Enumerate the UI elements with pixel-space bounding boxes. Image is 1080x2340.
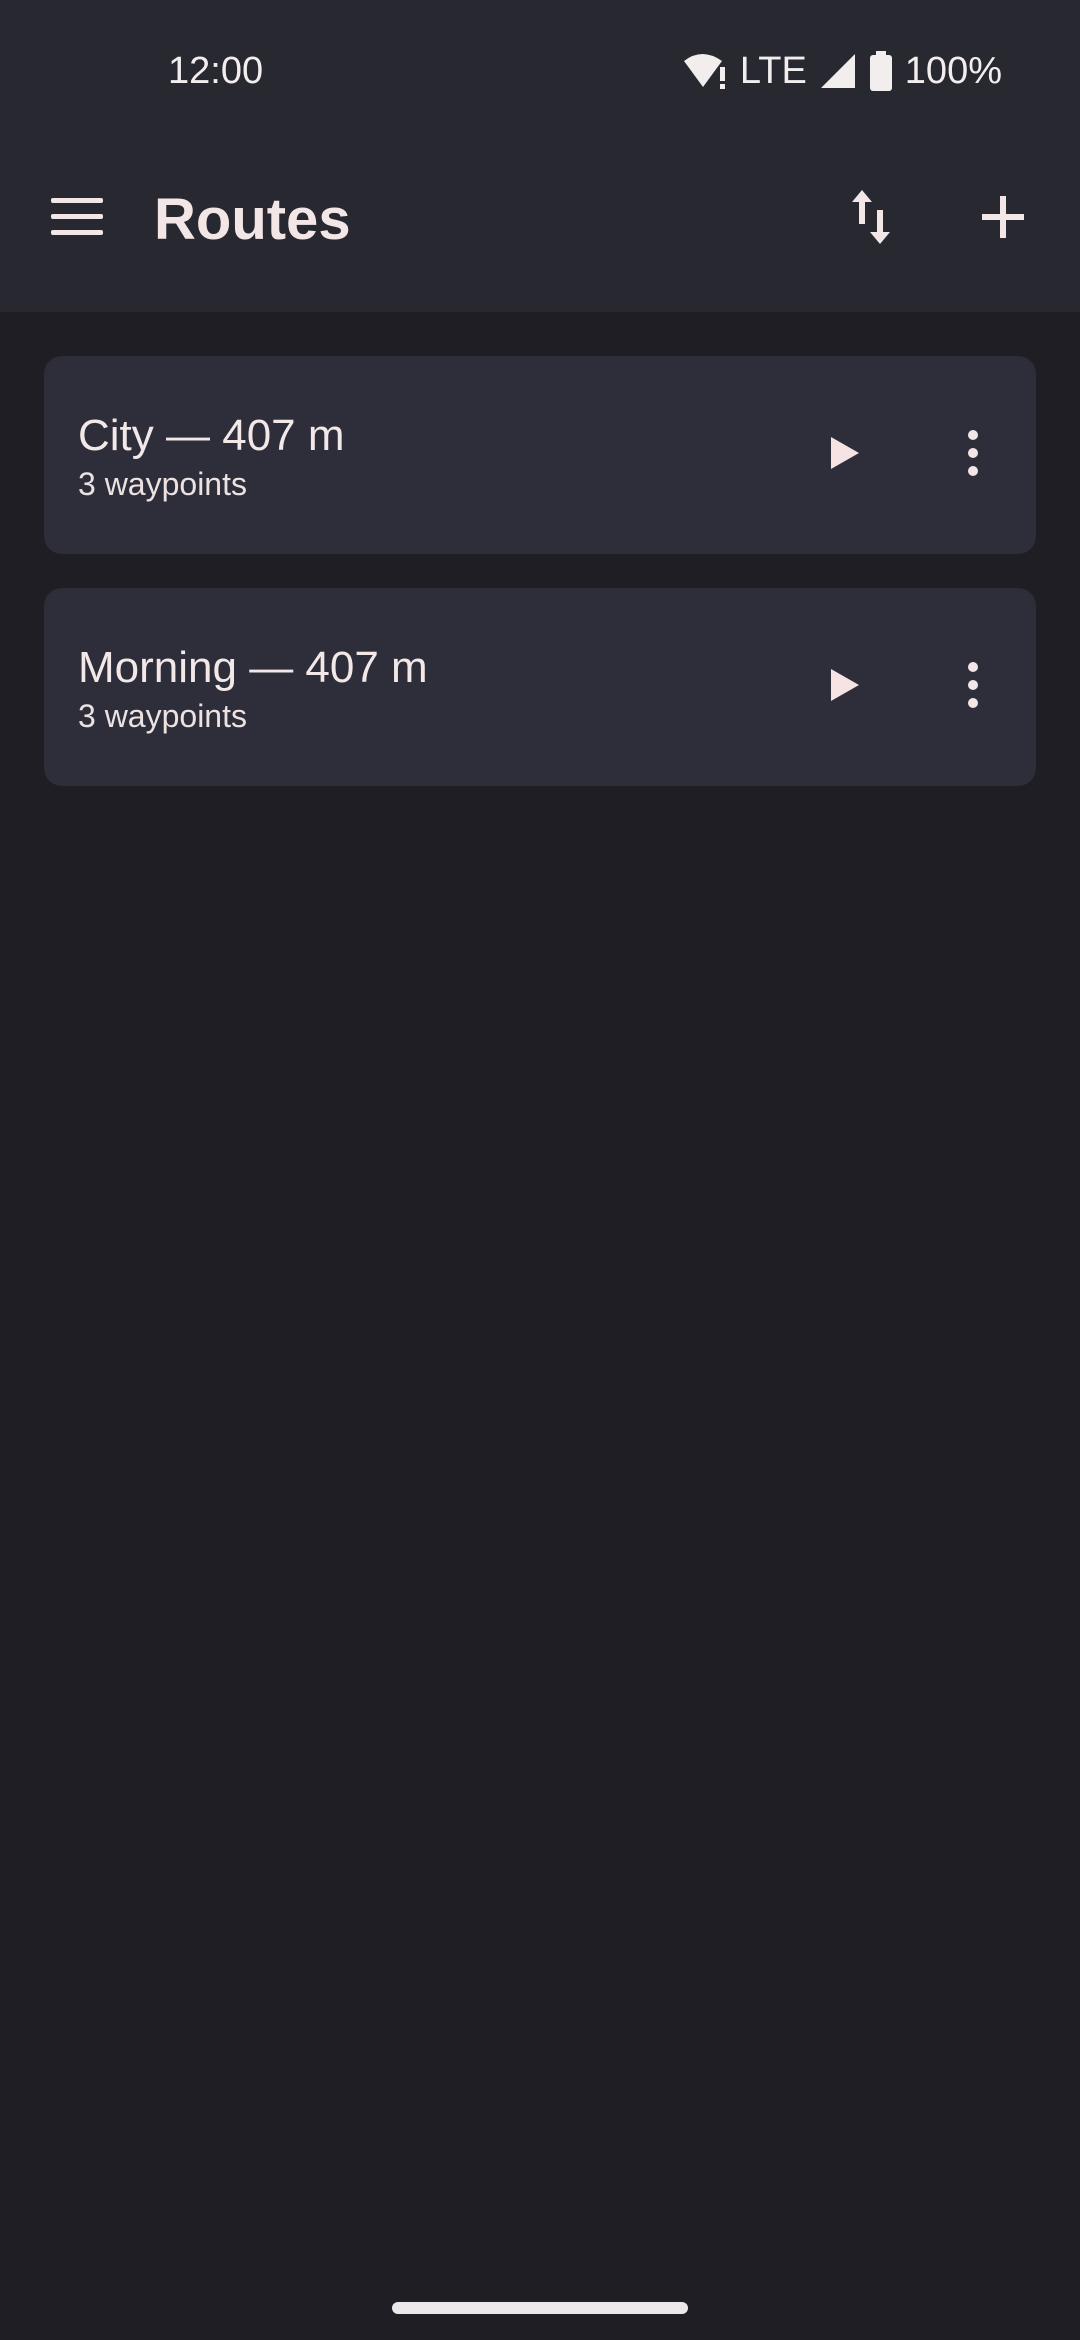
status-icons: LTE 100% xyxy=(682,44,1002,98)
battery-icon xyxy=(869,51,893,91)
menu-button[interactable] xyxy=(36,178,118,260)
route-title: City — 407 m xyxy=(78,411,345,460)
route-card[interactable]: Morning — 407 m 3 waypoints xyxy=(44,588,1036,786)
status-bar: 12:00 LTE 100% xyxy=(0,0,1080,140)
play-icon xyxy=(829,667,861,708)
menu-icon xyxy=(51,197,103,241)
signal-icon xyxy=(819,52,857,90)
page-title: Routes xyxy=(154,187,351,252)
battery-percent: 100% xyxy=(904,49,1002,92)
add-route-button[interactable] xyxy=(962,178,1044,260)
play-icon xyxy=(829,435,861,476)
route-waypoints: 3 waypoints xyxy=(78,698,247,734)
home-indicator[interactable] xyxy=(392,2302,688,2314)
wifi-alert-icon xyxy=(682,51,728,91)
route-waypoints: 3 waypoints xyxy=(78,466,247,502)
route-list: City — 407 m 3 waypoints Morning — 407 m… xyxy=(44,356,1036,820)
more-options-button[interactable] xyxy=(932,646,1014,728)
status-time: 12:00 xyxy=(168,50,264,92)
route-title: Morning — 407 m xyxy=(78,643,428,692)
top-app-bar: Routes xyxy=(0,140,1080,312)
sort-button[interactable] xyxy=(830,178,912,260)
sort-icon xyxy=(850,189,892,249)
add-icon xyxy=(982,195,1024,243)
more-vert-icon xyxy=(967,429,979,481)
network-type: LTE xyxy=(739,49,807,92)
more-options-button[interactable] xyxy=(932,414,1014,496)
play-route-button[interactable] xyxy=(804,414,886,496)
routes-screen: 12:00 LTE 100% Routes City — 407 m 3 way… xyxy=(0,0,1080,2340)
play-route-button[interactable] xyxy=(804,646,886,728)
route-card[interactable]: City — 407 m 3 waypoints xyxy=(44,356,1036,554)
more-vert-icon xyxy=(967,661,979,713)
